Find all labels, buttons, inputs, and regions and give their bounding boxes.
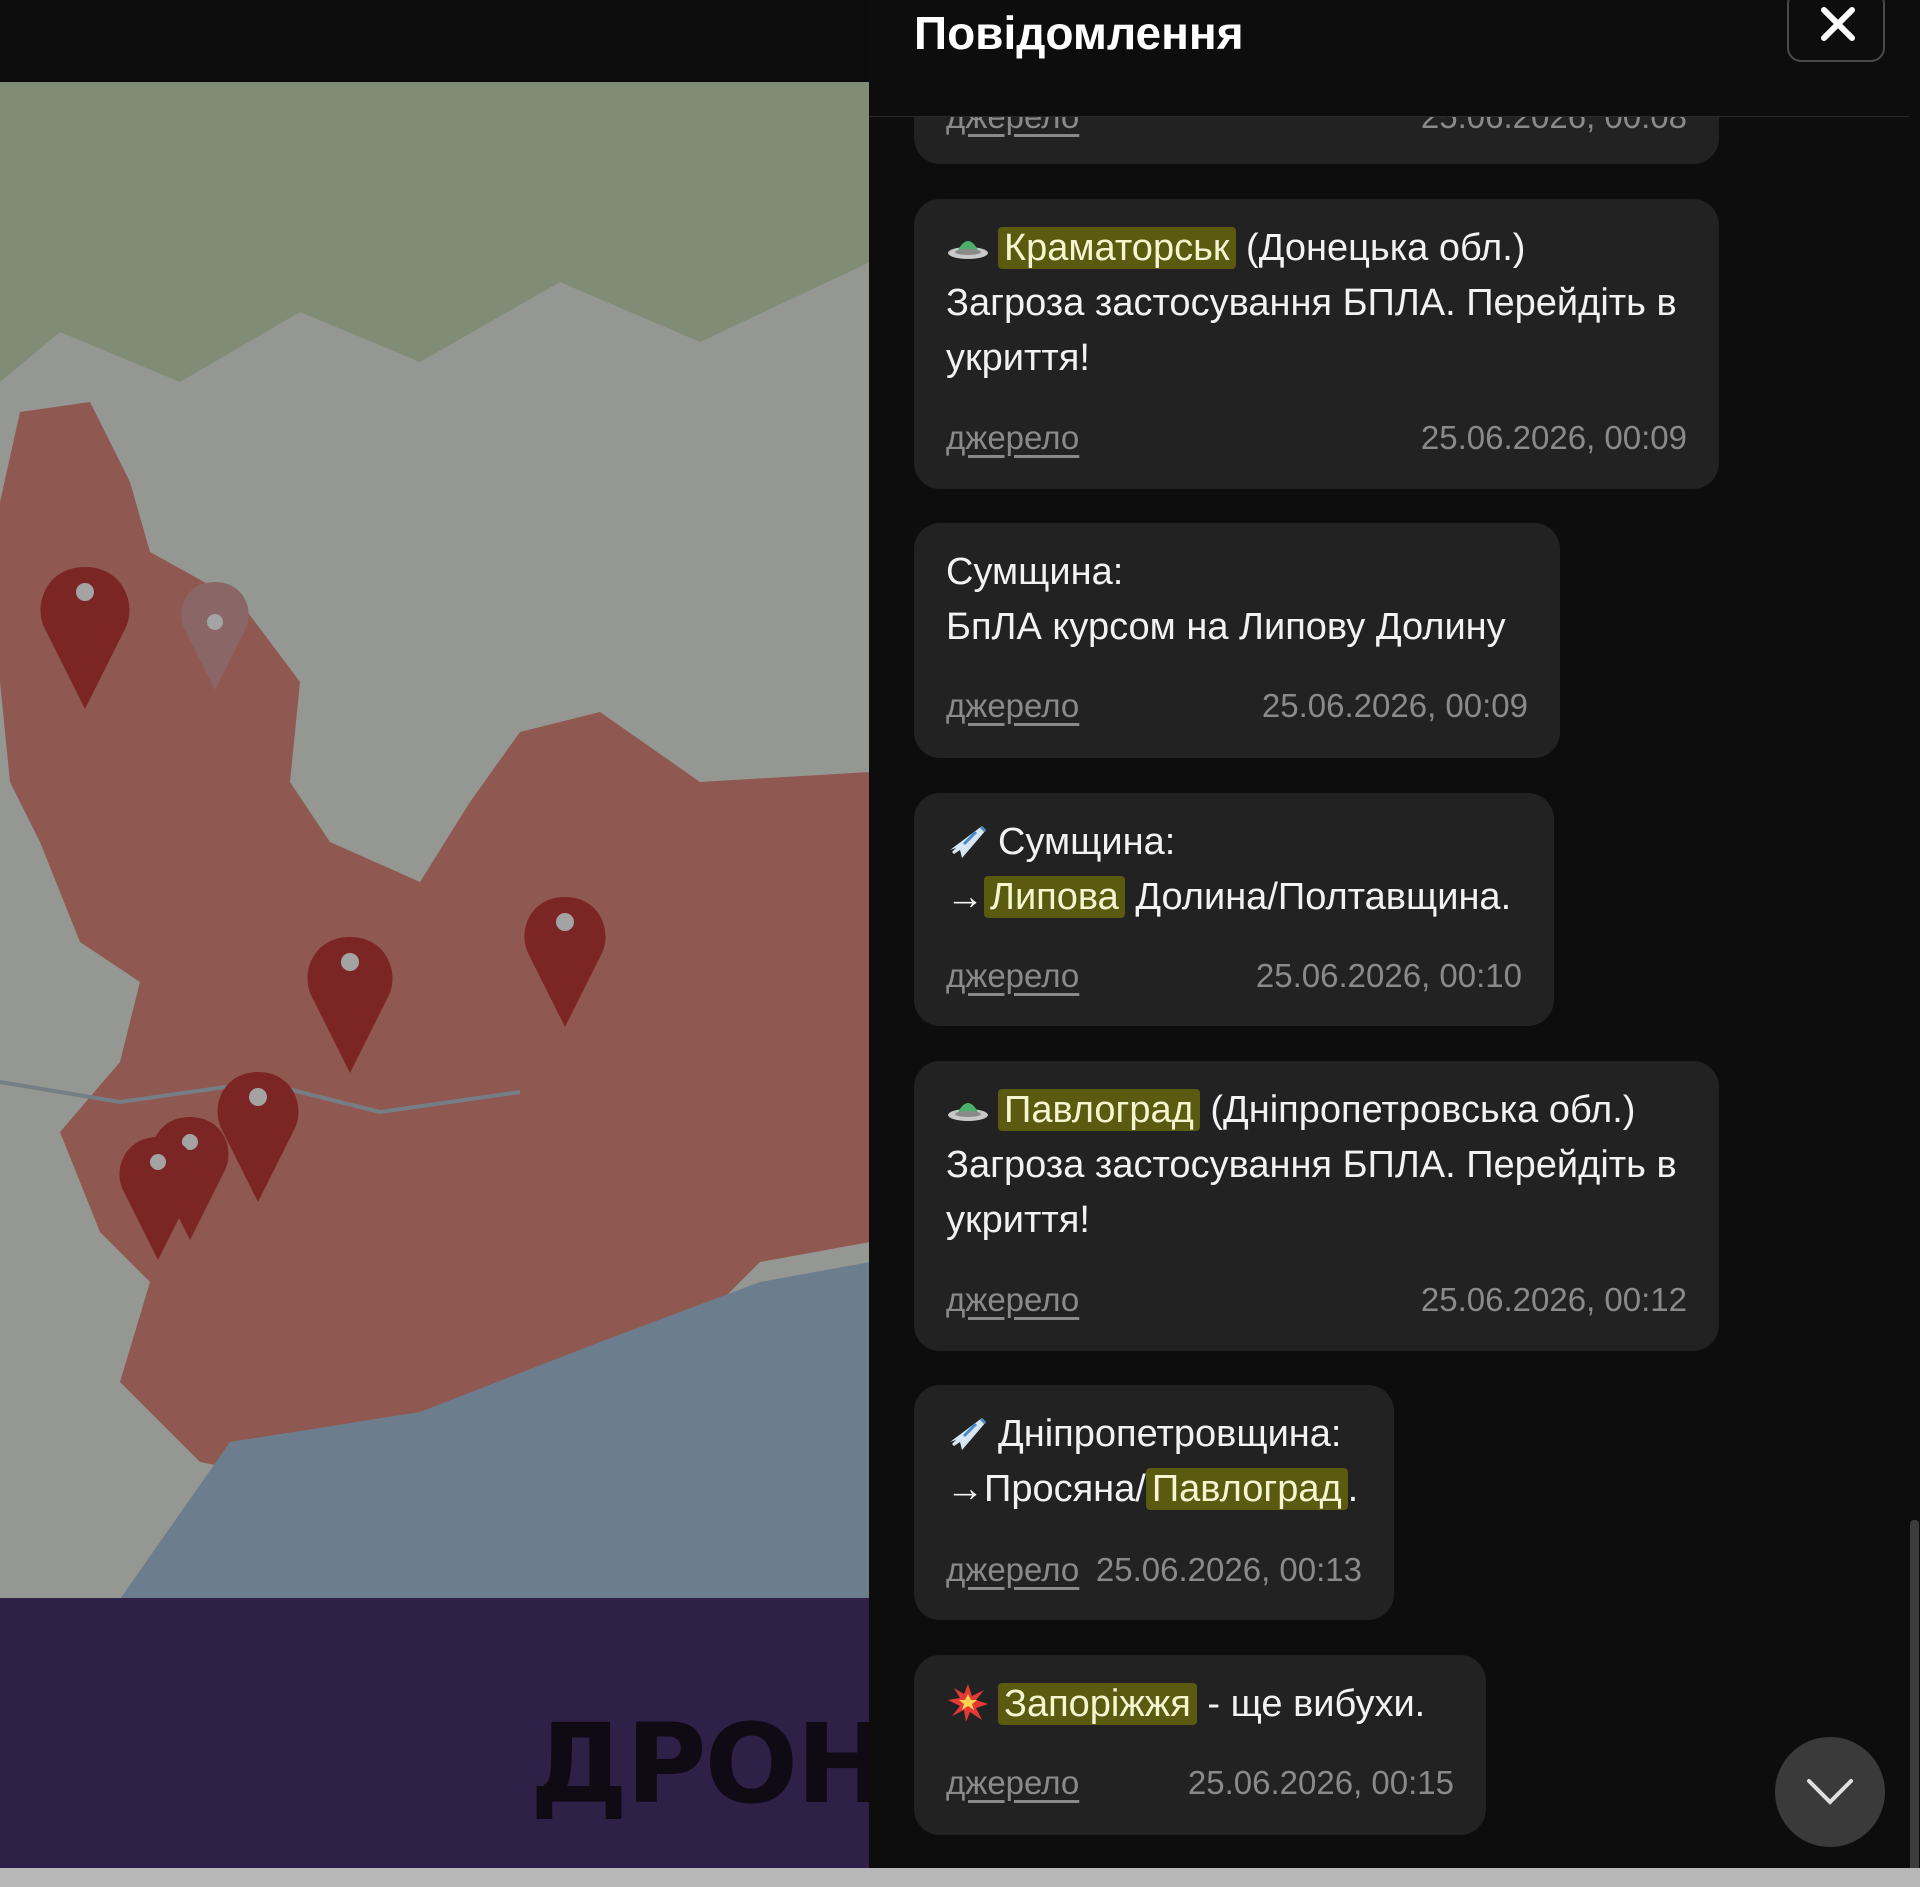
message-footer: джерело 25.06.2026, 00:13 (946, 1551, 1362, 1591)
message-text: Павлоград (Дніпропетровська обл.) Загроз… (946, 1083, 1677, 1248)
source-link[interactable]: джерело (946, 957, 1079, 995)
source-link[interactable]: джерело (946, 687, 1079, 725)
message-timestamp: 25.06.2026, 00:10 (1255, 957, 1522, 994)
message-card: Павлоград (Дніпропетровська обл.) Загроз… (914, 1061, 1719, 1351)
message-card: Сумщина: → Липова Долина/Полтавщина. джер… (914, 793, 1554, 1026)
source-link[interactable]: джерело (946, 1764, 1079, 1802)
message-line: →Просяна/ (946, 1468, 1146, 1510)
message-timestamp: 25.06.2026, 00:12 (1420, 1281, 1687, 1318)
message-timestamp: 25.06.2026, 00:13 (1095, 1551, 1362, 1588)
message-text: Сумщина: БпЛА курсом на Липову Долину (946, 545, 1506, 655)
message-line: . (1347, 1468, 1359, 1510)
city-highlight: Липова (984, 876, 1125, 918)
message-footer: джерело 25.06.2026, 00:09 (946, 687, 1528, 727)
close-icon (1821, 7, 1855, 41)
arrow-text: → (946, 876, 984, 918)
message-footer: джерело 25.06.2026, 00:09 (946, 419, 1687, 459)
message-footer: джерело 25.06.2026, 00:10 (946, 957, 1522, 997)
city-highlight: Павлоград (1145, 1468, 1348, 1510)
message-line: укриття! (946, 1199, 1090, 1241)
message-line: Сумщина: (946, 551, 1124, 593)
message-card: Сумщина: БпЛА курсом на Липову Долину дж… (914, 523, 1560, 758)
city-highlight: Павлоград (998, 1089, 1200, 1131)
panel-header: Повідомлення (869, 0, 1920, 117)
airplane-icon (950, 1418, 986, 1450)
message-card: Запоріжжя - ще вибухи. джерело 25.06.202… (914, 1655, 1486, 1835)
message-timestamp: 25.06.2026, 00:09 (1261, 687, 1528, 724)
message-line: Долина/Полтавщина. (1124, 876, 1512, 918)
ufo-icon (948, 241, 988, 259)
message-list[interactable]: джерело 25.06.2026, 00:08 Краматорськ (Д… (869, 0, 1920, 1887)
scrollbar-thumb[interactable] (1910, 1520, 1919, 1875)
message-card: Краматорськ (Донецька обл.) Загроза заст… (914, 199, 1719, 489)
message-line: Загроза застосування БПЛА. Перейдіть в (946, 1144, 1677, 1186)
city-highlight: Запоріжжя (998, 1683, 1197, 1725)
modal-overlay[interactable] (0, 0, 870, 1887)
window-bottom-edge (0, 1868, 1920, 1887)
close-button[interactable] (1787, 0, 1885, 62)
notifications-panel: джерело 25.06.2026, 00:08 Краматорськ (Д… (869, 0, 1920, 1887)
region-text: (Дніпропетровська обл.) (1199, 1089, 1636, 1131)
airplane-icon (950, 826, 986, 858)
source-link[interactable]: джерело (946, 1551, 1079, 1589)
message-line: Дніпропетровщина: (998, 1413, 1342, 1455)
message-text: Сумщина: → Липова Долина/Полтавщина. (946, 815, 1511, 925)
chevron-down-icon (1807, 1779, 1853, 1805)
message-card: Дніпропетровщина: →Просяна/Павлоград. дж… (914, 1385, 1394, 1620)
message-footer: джерело 25.06.2026, 00:15 (946, 1764, 1454, 1804)
explosion-icon (948, 1684, 988, 1722)
city-highlight: Краматорськ (998, 227, 1236, 269)
message-timestamp: 25.06.2026, 00:09 (1420, 419, 1687, 456)
region-text: (Донецька обл.) (1235, 227, 1526, 269)
alert-map[interactable]: ДРОНО (0, 0, 870, 1887)
source-link[interactable]: джерело (946, 419, 1079, 457)
message-line: укриття! (946, 337, 1090, 379)
scroll-to-bottom-button[interactable] (1775, 1737, 1885, 1847)
message-text: Краматорськ (Донецька обл.) Загроза заст… (946, 221, 1677, 386)
message-text: Дніпропетровщина: →Просяна/Павлоград. (946, 1407, 1358, 1517)
message-footer: джерело 25.06.2026, 00:12 (946, 1281, 1687, 1321)
message-line: - ще вибухи. (1196, 1683, 1426, 1725)
message-timestamp: 25.06.2026, 00:15 (1187, 1764, 1454, 1801)
ufo-icon (948, 1103, 988, 1121)
message-line: БпЛА курсом на Липову Долину (946, 606, 1506, 648)
source-link[interactable]: джерело (946, 1281, 1079, 1319)
message-line: Сумщина: (998, 821, 1176, 863)
panel-title: Повідомлення (914, 7, 1244, 59)
message-line: Загроза застосування БПЛА. Перейдіть в (946, 282, 1677, 324)
message-text: Запоріжжя - ще вибухи. (946, 1677, 1425, 1732)
